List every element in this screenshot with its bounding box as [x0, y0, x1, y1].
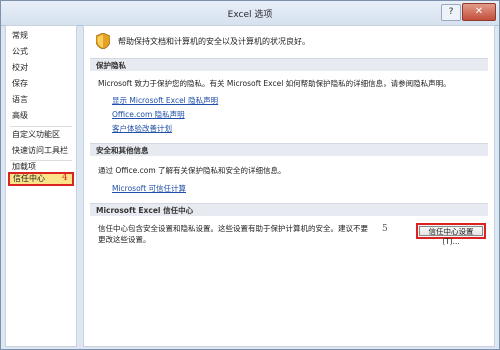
nav-item-formulas[interactable]: 公式: [12, 46, 28, 58]
nav-item-advanced[interactable]: 高级: [12, 110, 28, 122]
trust-center-panel: 帮助保持文档和计算机的安全以及计算机的状况良好。 保护隐私 Microsoft …: [83, 25, 495, 347]
link-customer-experience-program[interactable]: 客户体验改善计划: [112, 123, 172, 134]
link-excel-privacy-statement[interactable]: 显示 Microsoft Excel 隐私声明: [112, 95, 218, 106]
shield-icon: [96, 33, 110, 49]
trust-center-settings-button[interactable]: 信任中心设置(T)...: [416, 223, 486, 246]
link-office-privacy-statement[interactable]: Office.com 隐私声明: [112, 109, 185, 120]
nav-item-label: 信任中心: [13, 174, 45, 183]
nav-item-general[interactable]: 常规: [12, 30, 28, 42]
nav-item-save[interactable]: 保存: [12, 78, 28, 90]
privacy-text: Microsoft 致力于保护您的隐私。有关 Microsoft Excel 如…: [98, 79, 451, 88]
title-bar: Excel 选项 ? ✕: [1, 1, 499, 26]
trust-center-settings-label: 信任中心设置(T)...: [419, 226, 483, 246]
section-trust-center: Microsoft Excel 信任中心: [90, 203, 488, 216]
window-title: Excel 选项: [227, 10, 273, 20]
nav-item-proofing[interactable]: 校对: [12, 62, 28, 74]
step-marker: 5: [382, 224, 388, 234]
nav-divider: [10, 126, 72, 127]
link-trustworthy-computing[interactable]: Microsoft 可信任计算: [112, 183, 186, 194]
nav-item-quick-access-toolbar[interactable]: 快速访问工具栏: [12, 145, 68, 157]
help-button[interactable]: ?: [441, 4, 461, 21]
nav-item-customize-ribbon[interactable]: 自定义功能区: [12, 129, 60, 141]
intro-row: 帮助保持文档和计算机的安全以及计算机的状况良好。: [92, 32, 482, 50]
security-text: 通过 Office.com 了解有关保护隐私和安全的详细信息。: [98, 166, 286, 175]
nav-item-language[interactable]: 语言: [12, 94, 28, 106]
section-privacy: 保护隐私: [90, 58, 488, 71]
close-button[interactable]: ✕: [462, 3, 496, 21]
nav-item-trust-center[interactable]: 信任中心 4: [8, 172, 74, 186]
options-nav: 常规 公式 校对 保存 语言 高级 自定义功能区 快速访问工具栏 加载项 信任中…: [5, 25, 77, 347]
section-security: 安全和其他信息: [90, 143, 488, 156]
trust-center-text: 信任中心包含安全设置和隐私设置。这些设置有助于保护计算机的安全。建议不要更改这些…: [98, 224, 368, 244]
excel-options-window: Excel 选项 ? ✕ 常规 公式 校对 保存 语言 高级 自定义功能区 快速…: [0, 0, 500, 350]
intro-text: 帮助保持文档和计算机的安全以及计算机的状况良好。: [118, 37, 310, 46]
step-marker: 4: [62, 173, 68, 183]
